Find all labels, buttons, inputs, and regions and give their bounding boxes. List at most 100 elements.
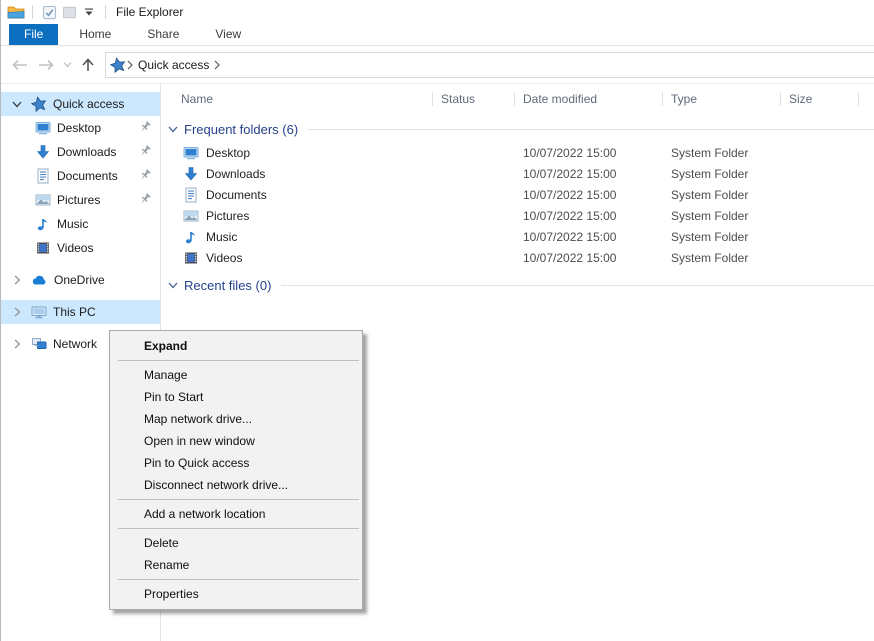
group-header-label: Recent files (0) [184,278,271,293]
file-name: Pictures [206,209,249,223]
downloads-icon [35,144,51,160]
quick-access-star-icon [31,96,47,112]
desktop-icon [35,120,51,136]
menu-separator [118,579,359,580]
breadcrumb-separator-icon [126,60,134,70]
file-name-cell: Videos [161,250,433,266]
menu-item-manage[interactable]: Manage [110,364,362,386]
group-chevron-down-icon[interactable] [167,123,179,135]
column-header-status[interactable]: Status [433,86,515,112]
menu-separator [118,528,359,529]
chevron-right-icon[interactable] [9,338,25,350]
file-row-pictures[interactable]: Pictures10/07/2022 15:00System Folder [161,205,874,226]
pin-icon [139,168,152,181]
group-header[interactable]: Recent files (0) [161,272,874,298]
file-row-videos[interactable]: Videos10/07/2022 15:00System Folder [161,247,874,268]
tab-share[interactable]: Share [132,24,194,45]
forward [37,58,55,72]
file-type: System Folder [663,146,781,160]
history-dropdown [63,61,72,68]
column-header-size[interactable]: Size [781,86,859,112]
properties-icon[interactable] [39,3,59,21]
file-date-modified: 10/07/2022 15:00 [515,188,663,202]
group-header[interactable]: Frequent folders (6) [161,116,874,142]
sidebar-item-quick-access[interactable]: Quick access [1,92,160,116]
desktop-icon [183,145,199,161]
history-dropdown-icon[interactable] [59,52,75,78]
music-icon [35,216,51,232]
file-name-cell: Music [161,229,433,245]
sidebar-item-downloads[interactable]: Downloads [1,140,160,164]
title-bar: File Explorer [1,0,874,24]
file-row-music[interactable]: Music10/07/2022 15:00System Folder [161,226,874,247]
file-name-cell: Downloads [161,166,433,182]
sidebar-item-label: Pictures [57,193,100,207]
column-header-type[interactable]: Type [663,86,781,112]
back-icon[interactable] [7,52,33,78]
sidebar-item-documents[interactable]: Documents [1,164,160,188]
sidebar-item-label: Documents [57,169,118,183]
context-menu: Expand ManagePin to StartMap network driv… [109,330,363,610]
menu-item-properties[interactable]: Properties [110,583,362,605]
sidebar-item-music[interactable]: Music [1,212,160,236]
properties-icon [42,5,57,20]
file-explorer-window: File Explorer File Home Share View Quick ac… [0,0,874,641]
breadcrumb-separator-icon[interactable] [213,60,221,70]
column-header-name[interactable]: Name [161,86,433,112]
file-row-documents[interactable]: Documents10/07/2022 15:00System Folder [161,184,874,205]
music-icon [183,229,199,245]
toolbar-divider [32,5,33,19]
file-explorer-logo-icon [7,4,25,20]
network-icon [31,336,47,352]
sidebar-item-label: Desktop [57,121,101,135]
new-folder-icon[interactable] [59,3,79,21]
chevron-right-icon[interactable] [9,274,25,286]
menu-item-map-network-drive[interactable]: Map network drive... [110,408,362,430]
forward-icon[interactable] [33,52,59,78]
file-name-cell: Pictures [161,208,433,224]
sidebar-item-videos[interactable]: Videos [1,236,160,260]
documents-icon [183,187,199,203]
group-header-rule [308,129,874,130]
address-bar[interactable]: Quick access [105,52,874,78]
up-icon[interactable] [75,52,101,78]
menu-item-rename[interactable]: Rename [110,554,362,576]
menu-item-disconnect-network-drive[interactable]: Disconnect network drive... [110,474,362,496]
menu-item-pin-to-quick-access[interactable]: Pin to Quick access [110,452,362,474]
sidebar-item-pictures[interactable]: Pictures [1,188,160,212]
file-name: Music [206,230,237,244]
tab-file[interactable]: File [9,24,58,45]
menu-separator [118,499,359,500]
pin-icon [139,192,152,205]
menu-item-open-in-new-window[interactable]: Open in new window [110,430,362,452]
customize-toolbar-caret-icon[interactable] [79,3,99,21]
sidebar-item-label: Network [53,337,97,351]
tab-home[interactable]: Home [64,24,126,45]
file-name: Desktop [206,146,250,160]
file-row-desktop[interactable]: Desktop10/07/2022 15:00System Folder [161,142,874,163]
file-date-modified: 10/07/2022 15:00 [515,167,663,181]
file-name-cell: Desktop [161,145,433,161]
chevron-down-icon[interactable] [9,98,25,110]
menu-item-add-a-network-location[interactable]: Add a network location [110,503,362,525]
menu-separator [118,360,359,361]
group-chevron-down-icon[interactable] [167,279,179,291]
breadcrumb-segment[interactable]: Quick access [134,58,213,72]
sidebar-item-onedrive[interactable]: OneDrive [1,268,160,292]
videos-icon [183,250,199,266]
tab-view[interactable]: View [200,24,256,45]
breadcrumb-separator-icon[interactable] [126,60,134,70]
sidebar-item-desktop[interactable]: Desktop [1,116,160,140]
file-name: Documents [206,188,267,202]
column-header-date-modified[interactable]: Date modified [515,86,663,112]
chevron-right-icon[interactable] [9,306,25,318]
file-row-downloads[interactable]: Downloads10/07/2022 15:00System Folder [161,163,874,184]
downloads-icon [183,166,199,182]
menu-item-expand[interactable]: Expand [110,335,362,357]
pictures-icon [183,208,199,224]
pin-icon [139,144,152,157]
menu-item-pin-to-start[interactable]: Pin to Start [110,386,362,408]
group-header-rule [281,285,874,286]
menu-item-delete[interactable]: Delete [110,532,362,554]
sidebar-item-this-pc[interactable]: This PC [1,300,160,324]
